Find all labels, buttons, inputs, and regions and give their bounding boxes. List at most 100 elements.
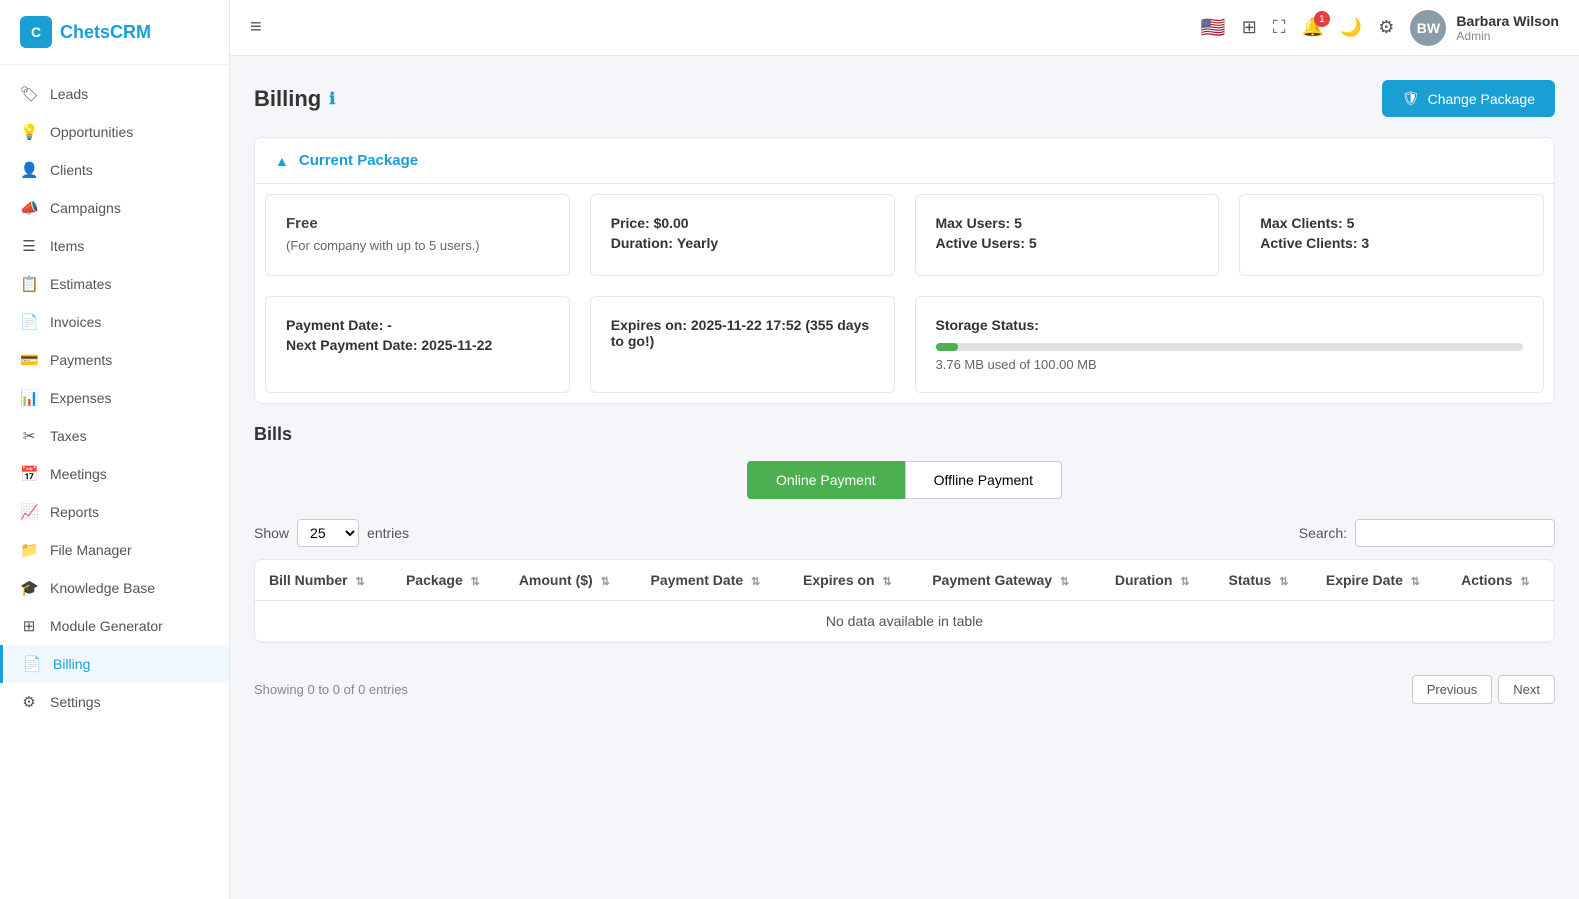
col-amount[interactable]: Amount ($) ⇅ bbox=[505, 560, 637, 601]
page-title: Billing ℹ bbox=[254, 86, 335, 112]
pagination-buttons: Previous Next bbox=[1412, 675, 1555, 704]
reports-icon: 📈 bbox=[20, 503, 38, 521]
sidebar-label-settings: Settings bbox=[50, 694, 101, 710]
sidebar-item-knowledge-base[interactable]: 🎓 Knowledge Base bbox=[0, 569, 229, 607]
sidebar-item-expenses[interactable]: 📊 Expenses bbox=[0, 379, 229, 417]
settings-icon: ⚙ bbox=[20, 693, 38, 711]
storage-bar-bg bbox=[936, 343, 1524, 351]
apps-icon[interactable]: ⊞ bbox=[1242, 17, 1257, 38]
sidebar-item-opportunities[interactable]: 💡 Opportunities bbox=[0, 113, 229, 151]
bills-title: Bills bbox=[254, 424, 1555, 445]
invoices-icon: 📄 bbox=[20, 313, 38, 331]
table-footer: Showing 0 to 0 of 0 entries Previous Nex… bbox=[254, 663, 1555, 704]
no-data-row: No data available in table bbox=[255, 601, 1554, 642]
sidebar-label-opportunities: Opportunities bbox=[50, 124, 133, 140]
sidebar-item-reports[interactable]: 📈 Reports bbox=[0, 493, 229, 531]
topbar-right: 🇺🇸 ⊞ ⛶ 🔔 1 🌙 ⚙ BW Barbara Wilson Admin bbox=[1201, 10, 1559, 46]
clients-icon: 👤 bbox=[20, 161, 38, 179]
expires-cell: Expires on: 2025-11-22 17:52 (355 days t… bbox=[590, 296, 895, 393]
sidebar-item-taxes[interactable]: ✂ Taxes bbox=[0, 417, 229, 455]
prev-button[interactable]: Previous bbox=[1412, 675, 1493, 704]
flag-icon[interactable]: 🇺🇸 bbox=[1201, 15, 1226, 40]
sidebar-label-campaigns: Campaigns bbox=[50, 200, 121, 216]
col-expires_on[interactable]: Expires on ⇅ bbox=[789, 560, 918, 601]
sidebar-item-file-manager[interactable]: 📁 File Manager bbox=[0, 531, 229, 569]
meetings-icon: 📅 bbox=[20, 465, 38, 483]
logo: C ChetsCRM bbox=[0, 0, 229, 65]
col-payment_gateway[interactable]: Payment Gateway ⇅ bbox=[918, 560, 1101, 601]
sort-icon-payment_date: ⇅ bbox=[751, 576, 760, 588]
user-name: Barbara Wilson bbox=[1456, 13, 1559, 29]
sidebar-label-clients: Clients bbox=[50, 162, 93, 178]
col-bill_number[interactable]: Bill Number ⇅ bbox=[255, 560, 392, 601]
storage-cell: Storage Status: 3.76 MB used of 100.00 M… bbox=[915, 296, 1545, 393]
info-icon[interactable]: ℹ bbox=[329, 89, 335, 109]
col-status[interactable]: Status ⇅ bbox=[1215, 560, 1312, 601]
next-button[interactable]: Next bbox=[1498, 675, 1555, 704]
offline-payment-tab[interactable]: Offline Payment bbox=[905, 461, 1062, 499]
search-box: Search: bbox=[1299, 519, 1555, 547]
user-menu[interactable]: BW Barbara Wilson Admin bbox=[1410, 10, 1559, 46]
sidebar-label-expenses: Expenses bbox=[50, 390, 111, 406]
bills-table-card: Bill Number ⇅Package ⇅Amount ($) ⇅Paymen… bbox=[254, 559, 1555, 643]
sort-icon-bill_number: ⇅ bbox=[355, 576, 364, 588]
clients-cell: Max Clients: 5 Active Clients: 3 bbox=[1239, 194, 1544, 276]
logo-icon: C bbox=[20, 16, 52, 48]
sort-icon-expires_on: ⇅ bbox=[882, 576, 891, 588]
sidebar-item-billing[interactable]: 📄 Billing bbox=[0, 645, 229, 683]
col-package[interactable]: Package ⇅ bbox=[392, 560, 505, 601]
sort-icon-actions: ⇅ bbox=[1520, 576, 1529, 588]
col-payment_date[interactable]: Payment Date ⇅ bbox=[637, 560, 789, 601]
content: Billing ℹ 🛡 Change Package ▲ Current Pac… bbox=[230, 56, 1579, 899]
table-body: No data available in table bbox=[255, 601, 1554, 642]
current-package-card: ▲ Current Package Free (For company with… bbox=[254, 137, 1555, 404]
storage-bar-fill bbox=[936, 343, 958, 351]
sidebar-item-items[interactable]: ☰ Items bbox=[0, 227, 229, 265]
price-row: Price: $0.00 bbox=[611, 215, 874, 231]
sidebar-item-clients[interactable]: 👤 Clients bbox=[0, 151, 229, 189]
notification-icon[interactable]: 🔔 1 bbox=[1301, 17, 1323, 38]
users-cell: Max Users: 5 Active Users: 5 bbox=[915, 194, 1220, 276]
page-header: Billing ℹ 🛡 Change Package bbox=[254, 80, 1555, 117]
knowledge-base-icon: 🎓 bbox=[20, 579, 38, 597]
online-payment-tab[interactable]: Online Payment bbox=[747, 461, 905, 499]
hamburger-icon[interactable]: ≡ bbox=[250, 16, 262, 39]
sidebar-item-estimates[interactable]: 📋 Estimates bbox=[0, 265, 229, 303]
sidebar-item-module-generator[interactable]: ⊞ Module Generator bbox=[0, 607, 229, 645]
file-manager-icon: 📁 bbox=[20, 541, 38, 559]
dark-mode-icon[interactable]: 🌙 bbox=[1340, 17, 1362, 38]
col-duration[interactable]: Duration ⇅ bbox=[1101, 560, 1215, 601]
chevron-icon: ▲ bbox=[275, 153, 289, 169]
sidebar-item-campaigns[interactable]: 📣 Campaigns bbox=[0, 189, 229, 227]
col-expire_date[interactable]: Expire Date ⇅ bbox=[1312, 560, 1447, 601]
main-area: ≡ 🇺🇸 ⊞ ⛶ 🔔 1 🌙 ⚙ BW Barbara Wilson Admin bbox=[230, 0, 1579, 899]
search-input[interactable] bbox=[1355, 519, 1555, 547]
sidebar-item-payments[interactable]: 💳 Payments bbox=[0, 341, 229, 379]
package-grid: Free (For company with up to 5 users.) P… bbox=[255, 184, 1554, 403]
col-actions[interactable]: Actions ⇅ bbox=[1447, 560, 1554, 601]
notification-badge: 1 bbox=[1314, 11, 1330, 27]
table-header: Bill Number ⇅Package ⇅Amount ($) ⇅Paymen… bbox=[255, 560, 1554, 601]
price-cell: Price: $0.00 Duration: Yearly bbox=[590, 194, 895, 276]
sidebar-item-settings[interactable]: ⚙ Settings bbox=[0, 683, 229, 721]
opportunities-icon: 💡 bbox=[20, 123, 38, 141]
entries-select[interactable]: 25 10 50 100 bbox=[297, 519, 359, 547]
duration-row: Duration: Yearly bbox=[611, 235, 874, 251]
change-package-button[interactable]: 🛡 Change Package bbox=[1382, 80, 1555, 117]
sidebar-item-meetings[interactable]: 📅 Meetings bbox=[0, 455, 229, 493]
payment-tabs: Online Payment Offline Payment bbox=[254, 461, 1555, 499]
taxes-icon: ✂ bbox=[20, 427, 38, 445]
sidebar-item-invoices[interactable]: 📄 Invoices bbox=[0, 303, 229, 341]
billing-icon: 📄 bbox=[23, 655, 41, 673]
sidebar-item-leads[interactable]: 🏷 Leads bbox=[0, 75, 229, 113]
current-package-header[interactable]: ▲ Current Package bbox=[255, 138, 1554, 184]
pagination-info: Showing 0 to 0 of 0 entries bbox=[254, 682, 408, 697]
logo-text: ChetsCRM bbox=[60, 22, 151, 43]
sidebar-label-knowledge-base: Knowledge Base bbox=[50, 580, 155, 596]
settings-icon[interactable]: ⚙ bbox=[1378, 17, 1394, 38]
show-entries: Show 25 10 50 100 entries bbox=[254, 519, 409, 547]
user-details: Barbara Wilson Admin bbox=[1456, 13, 1559, 43]
sort-icon-expire_date: ⇅ bbox=[1411, 576, 1420, 588]
fullscreen-icon[interactable]: ⛶ bbox=[1273, 17, 1286, 38]
leads-icon: 🏷 bbox=[20, 85, 38, 103]
